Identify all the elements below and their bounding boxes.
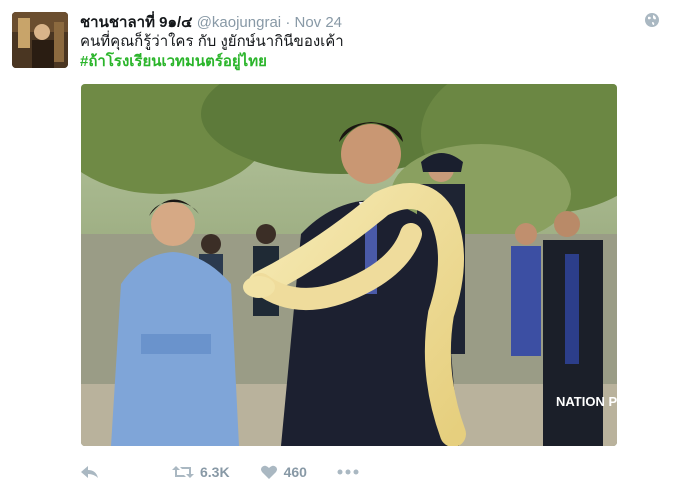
retweet-count: 6.3K [200, 464, 230, 480]
globe-icon[interactable] [644, 12, 660, 28]
more-button[interactable] [337, 469, 359, 475]
like-count: 460 [283, 464, 307, 480]
svg-text:NATION PHOTO: NATION PHOTO [556, 394, 617, 409]
watermark: NATION PHOTO [556, 394, 617, 409]
tweet-header: ชานชาลาที่ 9๑/๔ @kaojungrai · Nov 24 [80, 10, 654, 32]
like-button[interactable]: 460 [260, 464, 307, 480]
timestamp[interactable]: Nov 24 [294, 14, 342, 31]
tweet-photo[interactable]: NATION PHOTO [81, 84, 617, 446]
user-handle[interactable]: @kaojungrai [197, 14, 281, 31]
retweet-icon [172, 466, 194, 478]
separator: · [285, 14, 291, 31]
hashtag-link[interactable]: #ถ้าโรงเรียนเวทมนตร์อยู่ไทย [80, 52, 267, 72]
reply-icon [81, 466, 98, 478]
tweet-actions: 6.3K 460 [80, 460, 381, 484]
like-icon [260, 465, 277, 479]
more-icon [337, 469, 359, 475]
tweet-card: ชานชาลาที่ 9๑/๔ @kaojungrai · Nov 24 คนท… [0, 0, 674, 494]
reply-button[interactable] [80, 464, 100, 480]
retweet-button[interactable]: 6.3K [172, 464, 230, 480]
tweet-text: คนที่คุณก็รู้ว่าใคร กับ งูยักษ์นากินีของ… [80, 33, 344, 50]
avatar[interactable] [12, 12, 68, 68]
display-name[interactable]: ชานชาลาที่ 9๑/๔ [80, 14, 193, 31]
